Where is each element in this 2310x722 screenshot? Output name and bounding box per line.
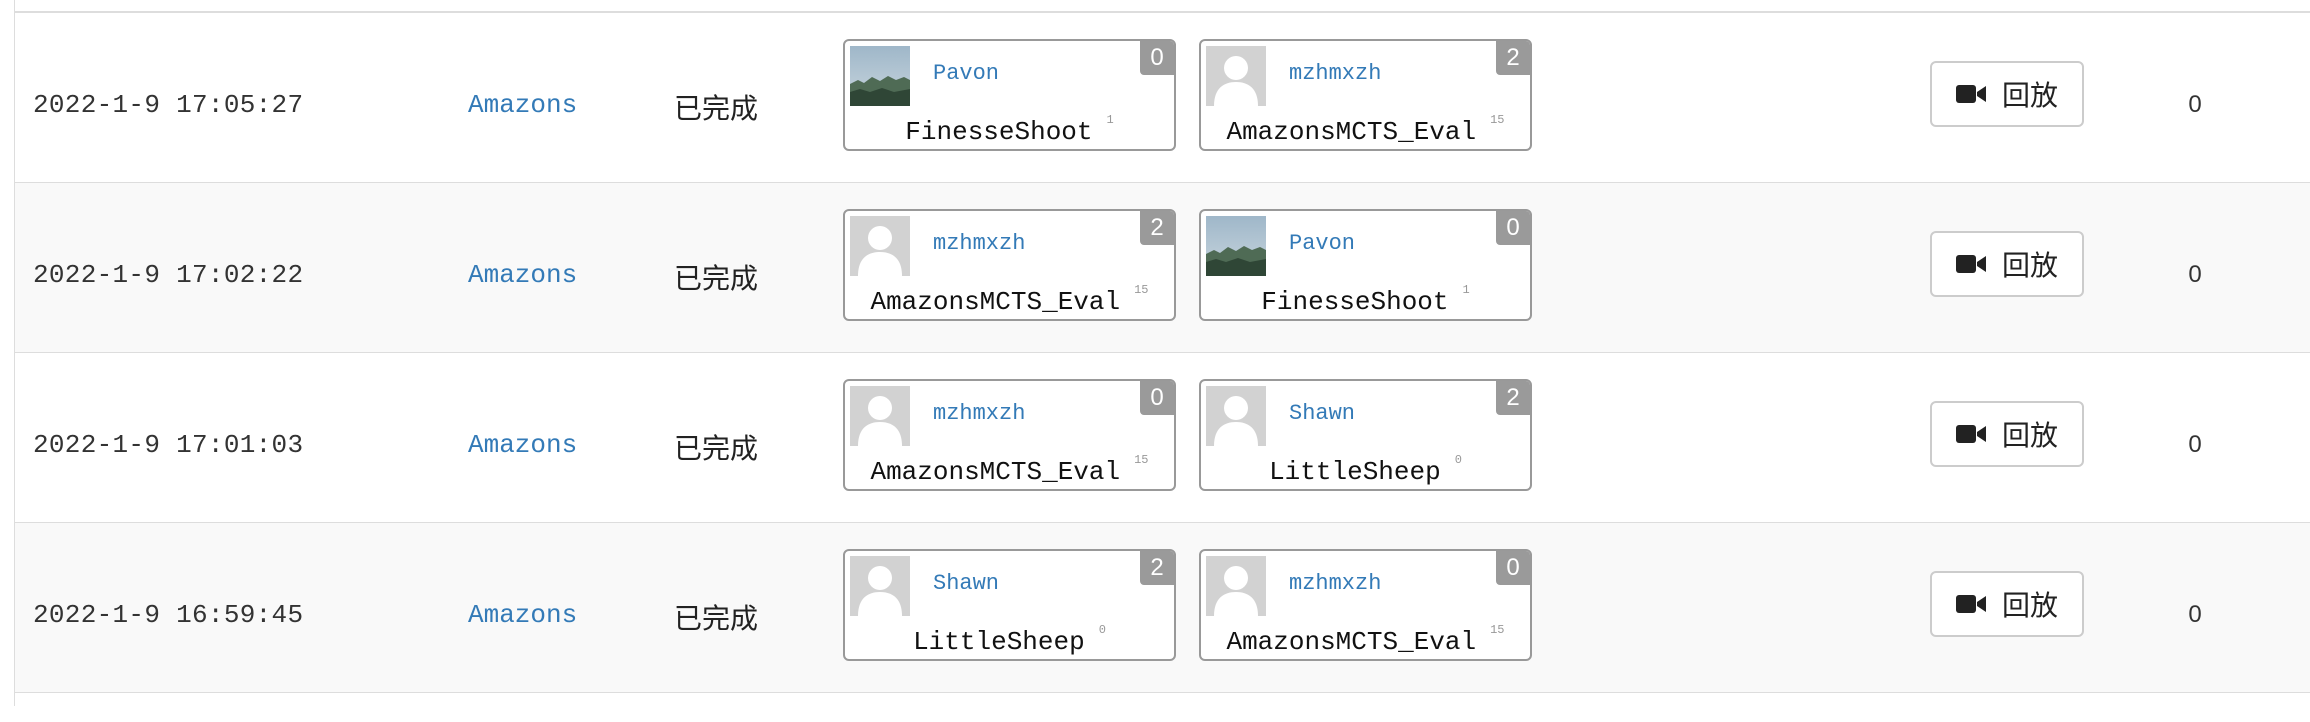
user-link[interactable]: mzhmxzh xyxy=(933,401,1025,426)
status-text: 已完成 xyxy=(674,432,759,465)
bot-line: AmazonsMCTS_Eval 15 xyxy=(845,453,1174,487)
table-row: 2022-1-9 16:59:45 Amazons 已完成 Shawn 2 Li… xyxy=(15,522,2310,692)
user-link[interactable]: mzhmxzh xyxy=(1289,571,1381,596)
game-link[interactable]: Amazons xyxy=(468,260,577,290)
table-row: 2022-1-9 17:02:22 Amazons 已完成 mzhmxzh 2 … xyxy=(15,182,2310,352)
bot-name[interactable]: LittleSheep xyxy=(913,627,1085,657)
player-card: mzhmxzh 2 AmazonsMCTS_Eval 15 xyxy=(1199,39,1532,151)
score-badge: 0 xyxy=(1140,41,1174,75)
bot-name[interactable]: AmazonsMCTS_Eval xyxy=(1226,627,1476,657)
count-value: 0 xyxy=(2188,261,2202,288)
bot-name[interactable]: AmazonsMCTS_Eval xyxy=(870,287,1120,317)
landscape-photo-icon xyxy=(850,46,910,106)
bot-line: AmazonsMCTS_Eval 15 xyxy=(1201,623,1530,657)
bot-name[interactable]: FinesseShoot xyxy=(905,117,1092,147)
replay-button[interactable]: 回放 xyxy=(1930,401,2084,467)
player-card: Pavon 0 FinesseShoot 1 xyxy=(843,39,1176,151)
bot-version: 1 xyxy=(1106,113,1114,127)
game-link[interactable]: Amazons xyxy=(468,430,577,460)
bot-line: FinesseShoot 1 xyxy=(1201,283,1530,317)
score-badge: 0 xyxy=(1496,551,1530,585)
avatar xyxy=(850,46,910,106)
count-value: 0 xyxy=(2188,601,2202,628)
bot-name[interactable]: LittleSheep xyxy=(1269,457,1441,487)
player-card: mzhmxzh 2 AmazonsMCTS_Eval 15 xyxy=(843,209,1176,321)
user-link[interactable]: Shawn xyxy=(1289,401,1355,426)
bot-version: 15 xyxy=(1490,113,1505,127)
score-badge: 2 xyxy=(1140,551,1174,585)
replay-button[interactable]: 回放 xyxy=(1930,231,2084,297)
match-time: 2022-1-9 17:01:03 xyxy=(33,430,304,460)
player-card: Shawn 2 LittleSheep 0 xyxy=(843,549,1176,661)
score-badge: 2 xyxy=(1496,381,1530,415)
user-silhouette-icon xyxy=(850,556,910,616)
score-badge: 2 xyxy=(1140,211,1174,245)
user-silhouette-icon xyxy=(1206,386,1266,446)
bot-version: 0 xyxy=(1454,453,1462,467)
table-row-partial xyxy=(15,0,2310,12)
landscape-photo-icon xyxy=(1206,216,1266,276)
bot-name[interactable]: AmazonsMCTS_Eval xyxy=(1226,117,1476,147)
status-text: 已完成 xyxy=(674,262,759,295)
user-link[interactable]: mzhmxzh xyxy=(933,231,1025,256)
count-value: 0 xyxy=(2188,431,2202,458)
avatar xyxy=(1206,46,1266,106)
table-row: 2022-1-9 17:01:03 Amazons 已完成 mzhmxzh 0 … xyxy=(15,352,2310,522)
bot-version: 0 xyxy=(1098,623,1106,637)
video-camera-icon xyxy=(1955,255,1986,273)
user-silhouette-icon xyxy=(850,216,910,276)
bot-version: 15 xyxy=(1490,623,1505,637)
video-camera-icon xyxy=(1955,595,1986,613)
match-time: 2022-1-9 16:59:45 xyxy=(33,600,304,630)
replay-label: 回放 xyxy=(2001,79,2058,112)
avatar xyxy=(1206,556,1266,616)
bot-version: 15 xyxy=(1134,453,1149,467)
user-silhouette-icon xyxy=(850,386,910,446)
avatar xyxy=(850,216,910,276)
bot-version: 15 xyxy=(1134,283,1149,297)
player-card: mzhmxzh 0 AmazonsMCTS_Eval 15 xyxy=(843,379,1176,491)
bot-line: AmazonsMCTS_Eval 15 xyxy=(1201,113,1530,147)
score-badge: 0 xyxy=(1140,381,1174,415)
user-silhouette-icon xyxy=(1206,46,1266,106)
player-card: Shawn 2 LittleSheep 0 xyxy=(1199,379,1532,491)
table-row: 2022-1-9 17:05:27 Amazons 已完成 Pavon 0 Fi… xyxy=(15,12,2310,182)
bot-line: AmazonsMCTS_Eval 15 xyxy=(845,283,1174,317)
game-link[interactable]: Amazons xyxy=(468,600,577,630)
match-time: 2022-1-9 17:02:22 xyxy=(33,260,304,290)
replay-label: 回放 xyxy=(2001,249,2058,282)
game-link[interactable]: Amazons xyxy=(468,90,577,120)
status-text: 已完成 xyxy=(674,602,759,635)
status-text: 已完成 xyxy=(674,92,759,125)
avatar xyxy=(850,386,910,446)
user-link[interactable]: Pavon xyxy=(933,61,999,86)
replay-button[interactable]: 回放 xyxy=(1930,61,2084,127)
video-camera-icon xyxy=(1955,425,1986,443)
match-table: 2022-1-9 17:05:27 Amazons 已完成 Pavon 0 Fi… xyxy=(14,0,2310,706)
count-value: 0 xyxy=(2188,91,2202,118)
bot-name[interactable]: AmazonsMCTS_Eval xyxy=(870,457,1120,487)
player-card: mzhmxzh 0 AmazonsMCTS_Eval 15 xyxy=(1199,549,1532,661)
replay-label: 回放 xyxy=(2001,419,2058,452)
replay-label: 回放 xyxy=(2001,589,2058,622)
bot-line: LittleSheep 0 xyxy=(1201,453,1530,487)
score-badge: 0 xyxy=(1496,211,1530,245)
avatar xyxy=(1206,386,1266,446)
match-time: 2022-1-9 17:05:27 xyxy=(33,90,304,120)
score-badge: 2 xyxy=(1496,41,1530,75)
bot-line: FinesseShoot 1 xyxy=(845,113,1174,147)
user-link[interactable]: Shawn xyxy=(933,571,999,596)
bot-version: 1 xyxy=(1462,283,1470,297)
avatar xyxy=(850,556,910,616)
avatar xyxy=(1206,216,1266,276)
table-row-partial xyxy=(15,692,2310,722)
bot-line: LittleSheep 0 xyxy=(845,623,1174,657)
user-link[interactable]: Pavon xyxy=(1289,231,1355,256)
video-camera-icon xyxy=(1955,85,1986,103)
player-card: Pavon 0 FinesseShoot 1 xyxy=(1199,209,1532,321)
user-silhouette-icon xyxy=(1206,556,1266,616)
replay-button[interactable]: 回放 xyxy=(1930,571,2084,637)
bot-name[interactable]: FinesseShoot xyxy=(1261,287,1448,317)
user-link[interactable]: mzhmxzh xyxy=(1289,61,1381,86)
